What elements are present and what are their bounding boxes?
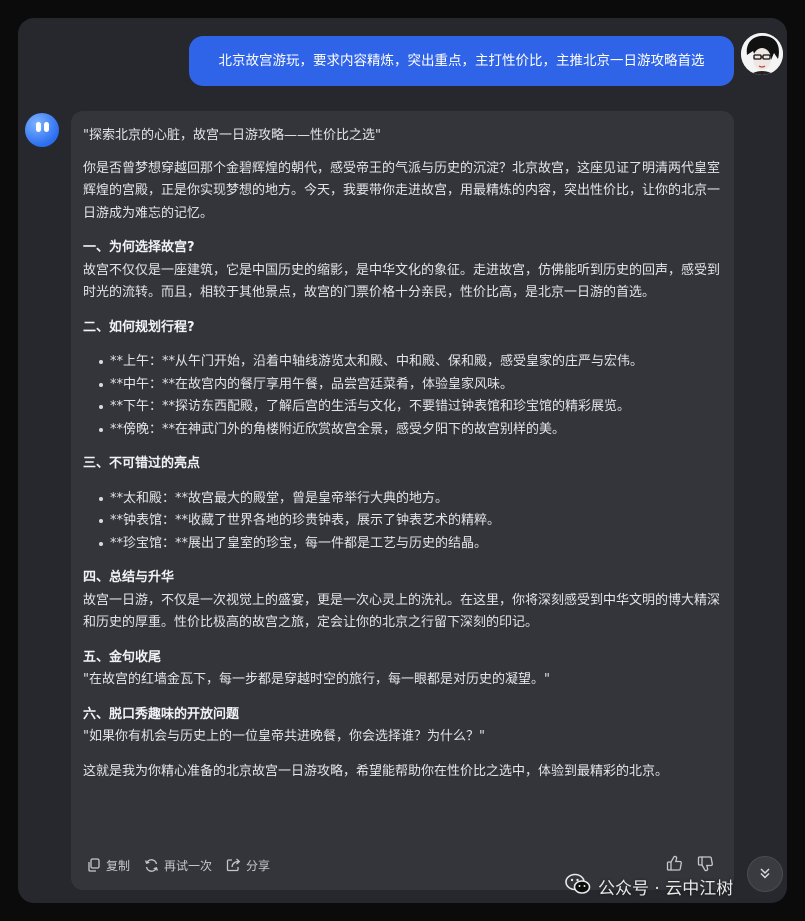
user-message: 北京故宫游玩，要求内容精炼，突出重点，主打性价比，主推北京一日游攻略首选 [189, 36, 734, 86]
section-heading: 五、金句收尾 [83, 649, 162, 665]
section-heading: 四、总结与升华 [83, 570, 175, 585]
user-avatar[interactable] [741, 33, 783, 75]
list-item: **中午：**在故宫内的餐厅享用午餐，品尝宫廷菜肴，体验皇家风味。 [83, 374, 723, 397]
share-icon [226, 858, 241, 872]
retry-icon [144, 858, 159, 873]
bot-avatar [25, 113, 59, 147]
wechat-icon [565, 873, 591, 900]
section-heading: 三、不可错过的亮点 [83, 456, 201, 471]
list-item: **珍宝馆：**展出了皇室的珍宝，每一件都是工艺与历史的结晶。 [83, 533, 723, 556]
itinerary-list: **上午：**从午门开始，沿着中轴线游览太和殿、中和殿、保和殿，感受皇家的庄严与… [83, 351, 723, 441]
list-item: **上午：**从午门开始，沿着中轴线游览太和殿、中和殿、保和殿，感受皇家的庄严与… [83, 351, 723, 374]
reply-content: "探索北京的心脏，故宫一日游攻略——性价比之选" 你是否曾梦想穿越回那个金碧辉煌… [83, 125, 723, 783]
section-heading: 二、如何规划行程? [83, 319, 195, 335]
section-text: "在故宫的红墙金瓦下，每一步都是穿越时空的旅行，每一眼都是对历史的凝望。" [83, 672, 550, 687]
retry-button[interactable]: 再试一次 [144, 857, 212, 874]
assistant-reply: "探索北京的心脏，故宫一日游攻略——性价比之选" 你是否曾梦想穿越回那个金碧辉煌… [71, 111, 734, 890]
copy-label: 复制 [106, 858, 131, 873]
copy-button[interactable]: 复制 [87, 857, 130, 874]
bot-avatar-eye [36, 122, 41, 132]
watermark: 公众号 · 云中江树 [565, 872, 733, 900]
retry-label: 再试一次 [164, 858, 213, 873]
share-label: 分享 [246, 858, 271, 873]
section-heading: 一、为何选择故宫? [83, 240, 195, 255]
list-item: **下午：**探访东西配殿，了解后宫的生活与文化，不要错过钟表馆和珍宝馆的精彩展… [83, 396, 723, 419]
watermark-text: 公众号 · 云中江树 [598, 878, 734, 899]
reply-actions: 复制 再试一次 分享 [87, 855, 270, 875]
section-heading: 六、脱口秀趣味的开放问题 [83, 706, 240, 722]
reply-intro: 你是否曾梦想穿越回那个金碧辉煌的朝代，感受帝王的气派与历史的沉淀？北京故宫，这座… [83, 160, 721, 221]
section-text: 故宫一日游，不仅是一次视觉上的盛宴，更是一次心灵上的洗礼。在这里，你将深刻感受到… [83, 592, 721, 631]
share-button[interactable]: 分享 [226, 857, 270, 874]
list-item: **傍晚：**在神武门外的角楼附近欣赏故宫全景，感受夕阳下的故宫别样的美。 [83, 419, 723, 442]
highlights-list: **太和殿：**故宫最大的殿堂，曾是皇帝举行大典的地方。 **钟表馆：**收藏了… [83, 488, 723, 556]
section-text: "如果你有机会与历史上的一位皇帝共进晚餐，你会选择谁？为什么？" [83, 729, 485, 744]
reply-title: "探索北京的心脏，故宫一日游攻略——性价比之选" [83, 128, 381, 143]
reply-closing: 这就是我为你精心准备的北京故宫一日游攻略，希望能帮助你在性价比之选中，体验到最精… [83, 763, 669, 779]
scroll-down-icon [758, 865, 772, 884]
scroll-to-bottom-button[interactable] [747, 856, 783, 892]
bot-avatar-eye [44, 122, 49, 132]
copy-icon [87, 858, 101, 872]
section-text: 故宫不仅仅是一座建筑，它是中国历史的缩影，是中华文化的象征。走进故宫，仿佛能听到… [83, 262, 721, 301]
list-item: **钟表馆：**收藏了世界各地的珍贵钟表，展示了钟表艺术的精粹。 [83, 510, 723, 533]
list-item: **太和殿：**故宫最大的殿堂，曾是皇帝举行大典的地方。 [83, 488, 723, 511]
